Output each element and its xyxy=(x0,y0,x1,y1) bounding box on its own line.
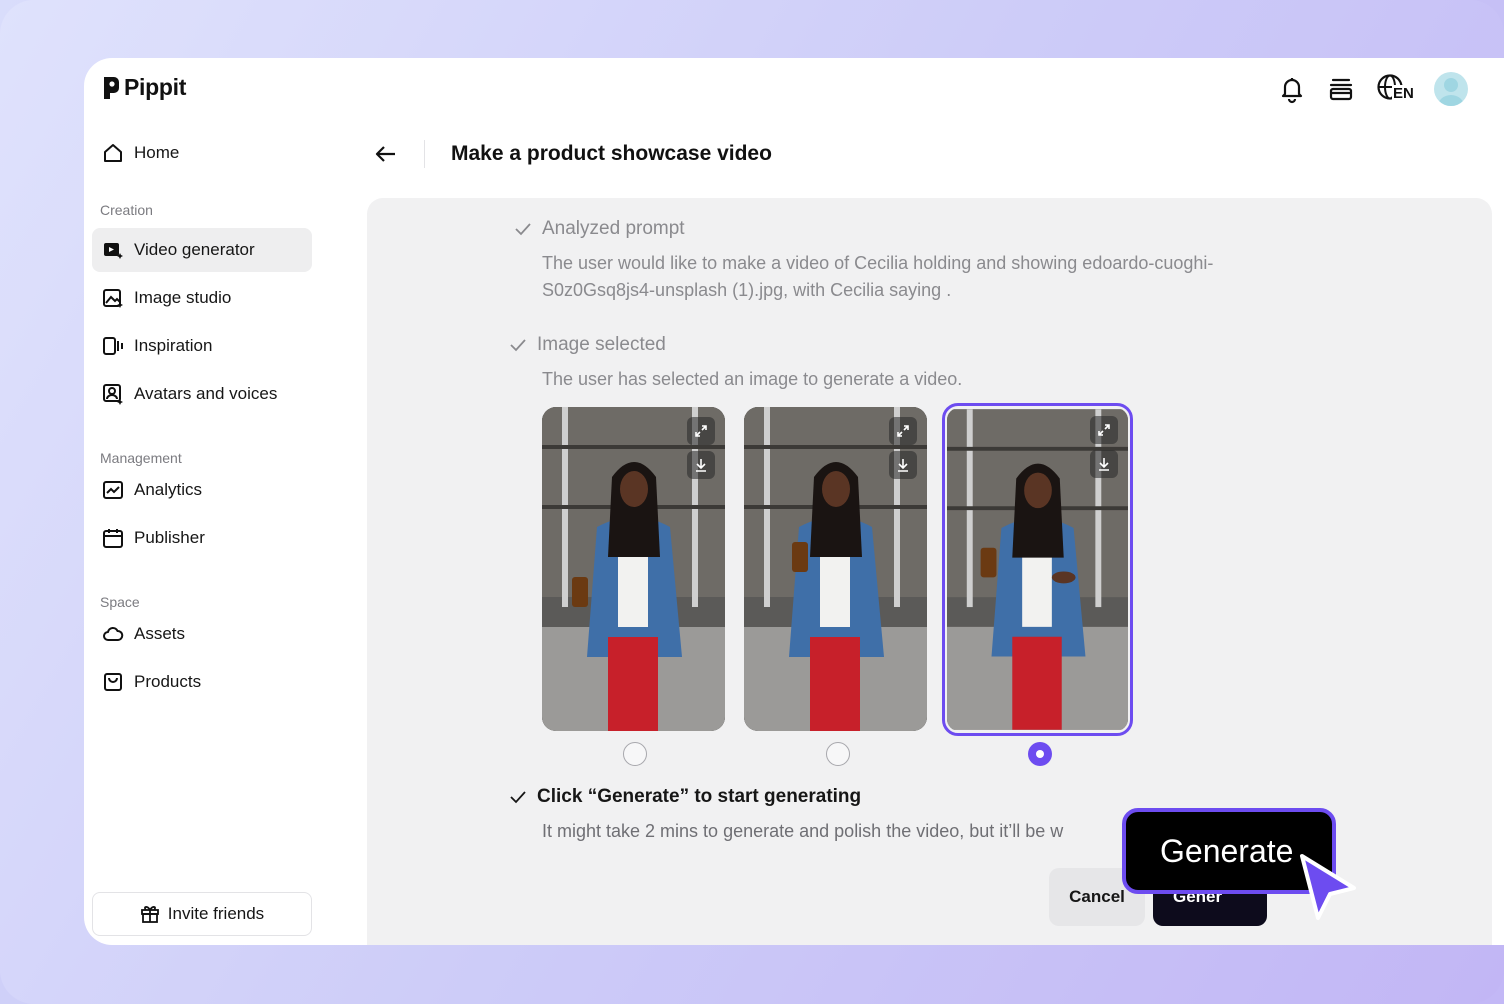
bell-icon[interactable] xyxy=(1278,74,1306,104)
home-icon xyxy=(104,144,122,162)
video-generator-icon xyxy=(104,243,123,259)
download-button[interactable] xyxy=(1090,450,1118,478)
sidebar-item-label: Video generator xyxy=(134,240,255,259)
expand-icon xyxy=(897,425,909,437)
sidebar-item-publisher[interactable]: Publisher xyxy=(92,516,312,560)
mouse-pointer-icon xyxy=(1300,854,1356,920)
expand-button[interactable] xyxy=(1090,416,1118,444)
sidebar-item-video-generator[interactable]: Video generator xyxy=(92,228,312,272)
download-button[interactable] xyxy=(889,451,917,479)
image-radio-1[interactable] xyxy=(623,742,647,766)
pippit-logo-icon xyxy=(104,76,119,99)
background-frame: Pippit EN Home Creation Video generator … xyxy=(0,0,1504,1004)
language-code: EN xyxy=(1392,85,1415,103)
image-option-2[interactable] xyxy=(744,407,927,731)
check-icon xyxy=(510,791,526,804)
app-logo[interactable]: Pippit xyxy=(102,74,186,101)
sidebar-item-inspiration[interactable]: Inspiration xyxy=(92,324,312,368)
sidebar-item-label: Publisher xyxy=(134,528,205,547)
check-icon xyxy=(515,223,531,236)
step-description: It might take 2 mins to generate and pol… xyxy=(542,821,1064,841)
step-description: The user would like to make a video of C… xyxy=(542,250,1213,304)
top-toolbar: EN xyxy=(1278,72,1468,106)
check-icon xyxy=(510,339,526,352)
image-frame xyxy=(947,408,1128,731)
sidebar-item-label: Products xyxy=(134,672,202,691)
section-label-space: Space xyxy=(100,594,140,610)
invite-friends-label: Invite friends xyxy=(167,904,265,923)
sidebar-item-label: Inspiration xyxy=(134,336,213,355)
sidebar: Home Creation Video generator Image stud… xyxy=(84,128,367,945)
page-header: Make a product showcase video xyxy=(374,140,772,168)
sidebar-item-analytics[interactable]: Analytics xyxy=(92,468,312,512)
expand-button[interactable] xyxy=(889,417,917,445)
image-option-3-selected[interactable] xyxy=(942,403,1133,736)
inspiration-icon xyxy=(103,337,123,355)
expand-icon xyxy=(1098,424,1110,436)
invite-friends-button[interactable]: Invite friends xyxy=(92,892,312,936)
back-arrow-icon[interactable] xyxy=(374,144,398,164)
step-generate: Click “Generate” to start generating xyxy=(509,786,861,808)
sidebar-item-label: Avatars and voices xyxy=(134,384,278,403)
image-radio-2[interactable] xyxy=(826,742,850,766)
step-title: Image selected xyxy=(537,334,666,355)
sidebar-item-label: Home xyxy=(134,143,180,162)
image-studio-icon xyxy=(103,289,123,308)
cloud-icon xyxy=(103,626,124,641)
step-description: The user has selected an image to genera… xyxy=(542,369,963,389)
download-button[interactable] xyxy=(687,451,715,479)
language-selector[interactable]: EN xyxy=(1376,73,1415,105)
section-label-creation: Creation xyxy=(100,202,153,218)
section-label-management: Management xyxy=(100,450,182,466)
sidebar-item-assets[interactable]: Assets xyxy=(92,612,312,656)
product-box-icon xyxy=(104,673,122,691)
step-analyzed-prompt: Analyzed prompt xyxy=(514,218,685,240)
sidebar-item-avatars-and-voices[interactable]: Avatars and voices xyxy=(92,372,312,416)
step-title: Analyzed prompt xyxy=(542,218,685,239)
sidebar-item-products[interactable]: Products xyxy=(92,660,312,704)
app-name: Pippit xyxy=(124,74,187,100)
sidebar-item-label: Analytics xyxy=(134,480,203,499)
download-icon xyxy=(898,459,908,472)
avatar-voice-icon xyxy=(103,384,123,405)
step-image-selected: Image selected xyxy=(509,334,666,356)
expand-icon xyxy=(695,425,707,437)
user-avatar[interactable] xyxy=(1434,72,1468,106)
gift-icon xyxy=(140,906,159,923)
step-title: Click “Generate” to start generating xyxy=(537,786,862,807)
download-icon xyxy=(1099,458,1109,471)
sidebar-item-label: Assets xyxy=(134,624,186,643)
download-icon xyxy=(696,459,706,472)
image-radio-3-selected[interactable] xyxy=(1028,742,1052,766)
image-option-1[interactable] xyxy=(542,407,725,731)
desc-line-1: The user would like to make a video of C… xyxy=(542,253,1214,273)
desc-line-2: S0z0Gsq8js4-unsplash (1).jpg, with Cecil… xyxy=(542,280,952,300)
page-title: Make a product showcase video xyxy=(424,140,772,168)
sidebar-item-label: Image studio xyxy=(134,288,232,307)
expand-button[interactable] xyxy=(687,417,715,445)
analytics-icon xyxy=(103,481,123,499)
sidebar-item-image-studio[interactable]: Image studio xyxy=(92,276,312,320)
layers-icon[interactable] xyxy=(1328,75,1354,103)
sidebar-item-home[interactable]: Home xyxy=(92,131,312,175)
calendar-icon xyxy=(103,529,123,548)
avatar-person-icon xyxy=(1438,78,1464,106)
